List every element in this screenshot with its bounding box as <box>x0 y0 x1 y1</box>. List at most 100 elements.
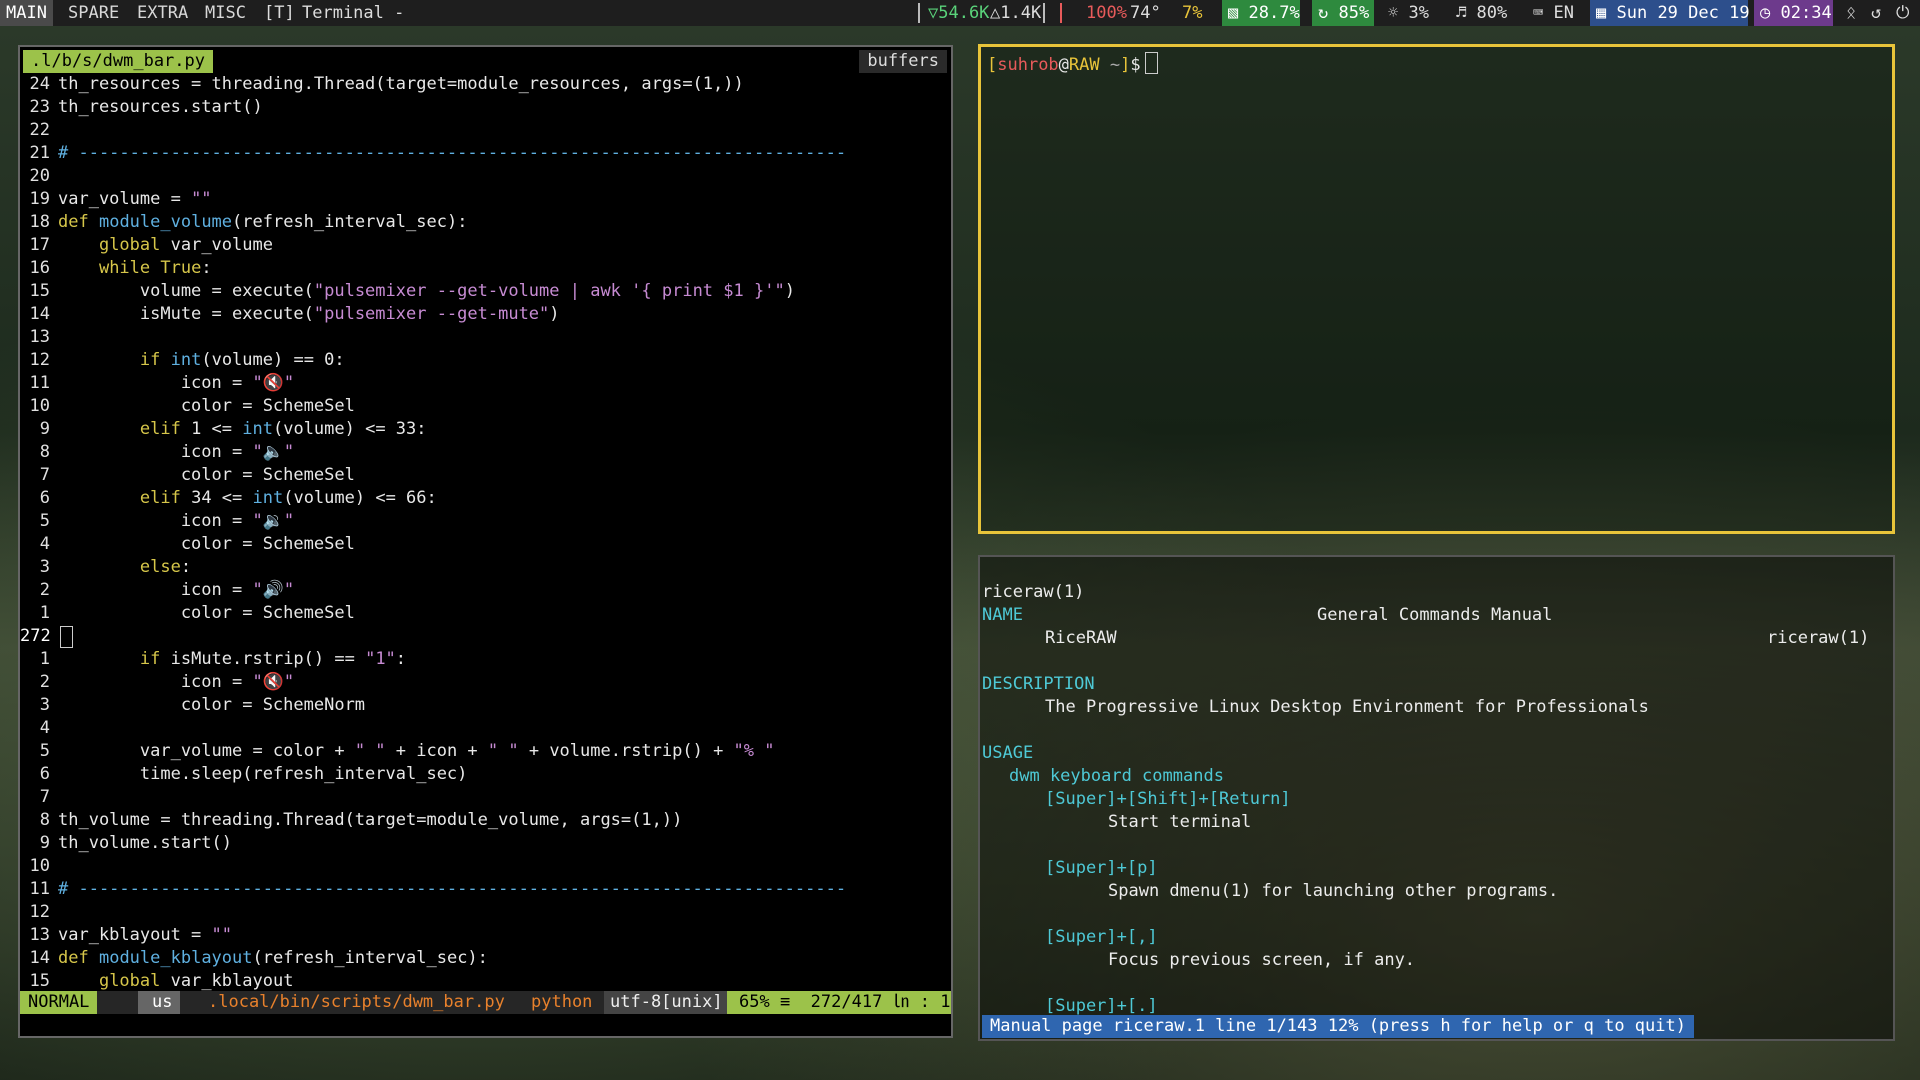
code-line[interactable]: 3 else: <box>20 556 951 579</box>
line-number: 10 <box>29 856 50 876</box>
code-text: icon = "🔉" <box>58 511 295 531</box>
code-text: th_resources.start() <box>58 97 263 117</box>
code-line[interactable]: 2 icon = "🔊" <box>20 579 951 602</box>
code-line[interactable]: 17 global var_volume <box>20 234 951 257</box>
vim-percent: 65% ≡ <box>739 992 791 1012</box>
line-number: 1 <box>39 649 50 669</box>
volume-segment[interactable]: ♬ 80% <box>1450 0 1513 26</box>
code-text: color = SchemeSel <box>58 534 355 554</box>
vim-editor[interactable]: 24 th_resources = threading.Thread(target… <box>20 73 951 1038</box>
tag-main[interactable]: MAIN <box>0 0 53 26</box>
code-line[interactable]: 7 color = SchemeSel <box>20 464 951 487</box>
code-text: else: <box>139 557 192 577</box>
code-line[interactable]: 5 icon = "🔉" <box>20 510 951 533</box>
cpu-graph-icon <box>1060 3 1062 23</box>
code-line[interactable]: 8 icon = "🔈" <box>20 441 951 464</box>
terminal-window[interactable]: [suhrob@RAW ~]$ <box>978 44 1895 534</box>
vim-buffers-label[interactable]: buffers <box>859 50 947 73</box>
line-number: 1 <box>39 603 50 623</box>
line-number: 6 <box>39 488 50 508</box>
code-line[interactable]: 4 <box>20 717 951 740</box>
code-line[interactable]: 18 def module_volume(refresh_interval_sec… <box>20 211 951 234</box>
code-line[interactable]: 14 def module_kblayout(refresh_interval_s… <box>20 947 951 970</box>
man-section-usage: USAGE <box>982 743 1034 763</box>
line-number: 18 <box>29 212 50 232</box>
code-line[interactable]: 16 while True: <box>20 257 951 280</box>
date-segment: ▦ Sun 29 Dec 19 <box>1590 0 1750 26</box>
code-line[interactable]: 13 <box>20 326 951 349</box>
vim-window[interactable]: .l/b/s/dwm_bar.py buffers 24 th_resources… <box>18 45 953 1038</box>
code-line[interactable]: 7 <box>20 786 951 809</box>
code-line[interactable]: 9 th_volume.start() <box>20 832 951 855</box>
code-line[interactable]: 13 var_kblayout = "" <box>20 924 951 947</box>
code-line[interactable]: 21 # ------------------------------------… <box>20 142 951 165</box>
code-line[interactable]: 15 global var_kblayout <box>20 970 951 993</box>
keyboard-segment[interactable]: ⌨ EN <box>1527 0 1580 26</box>
code-line[interactable]: 11 # ------------------------------------… <box>20 878 951 901</box>
code-line[interactable]: 20 <box>20 165 951 188</box>
line-number: 3 <box>39 695 50 715</box>
code-line[interactable]: 1 if isMute.rstrip() == "1": <box>20 648 951 671</box>
code-text: color = SchemeSel <box>58 465 355 485</box>
code-line[interactable]: 12 <box>20 901 951 924</box>
code-line[interactable]: 23 th_resources.start() <box>20 96 951 119</box>
prompt-bracket: [ <box>987 55 998 75</box>
code-text: th_volume.start() <box>58 833 232 853</box>
line-number: 22 <box>29 120 50 140</box>
prompt-at: @ <box>1058 55 1069 75</box>
bluetooth-icon[interactable]: ᛟ <box>1840 0 1862 26</box>
code-line[interactable]: 272 <box>20 625 951 648</box>
code-line[interactable]: 19 var_volume = "" <box>20 188 951 211</box>
code-text: icon = "🔈" <box>58 442 295 462</box>
line-number: 9 <box>39 419 50 439</box>
man-page-window[interactable]: riceraw(1) General Commands Manual ricer… <box>978 555 1895 1041</box>
code-line[interactable]: 5 var_volume = color + " " + icon + " " … <box>20 740 951 763</box>
tag-extra[interactable]: EXTRA <box>131 0 194 26</box>
code-line[interactable]: 22 <box>20 119 951 142</box>
clock-icon: ◷ <box>1760 3 1771 23</box>
prompt-dir: ~ <box>1109 55 1121 75</box>
code-line[interactable]: 14 isMute = execute("pulsemixer --get-mu… <box>20 303 951 326</box>
disk-segment: ▧ 28.7% <box>1222 0 1300 26</box>
layout-indicator[interactable]: [T] <box>264 0 295 26</box>
code-line[interactable]: 12 if int(volume) == 0: <box>20 349 951 372</box>
code-line[interactable]: 9 elif 1 <= int(volume) <= 33: <box>20 418 951 441</box>
separator <box>918 3 920 23</box>
update-icon[interactable]: ↺ <box>1865 0 1887 26</box>
man-usage-subheading: dwm keyboard commands <box>1009 766 1224 786</box>
tag-spare[interactable]: SPARE <box>62 0 125 26</box>
code-text: def module_kblayout(refresh_interval_sec… <box>58 948 488 968</box>
man-header: riceraw(1) General Commands Manual ricer… <box>982 558 1895 648</box>
terminal-cursor <box>1144 52 1158 74</box>
code-line[interactable]: 8 th_volume = threading.Thread(target=mod… <box>20 809 951 832</box>
code-line[interactable]: 2 icon = "🔇" <box>20 671 951 694</box>
power-icon[interactable]: ⏻ <box>1890 0 1915 26</box>
code-line[interactable]: 10 <box>20 855 951 878</box>
code-text: if int(volume) == 0: <box>139 350 345 370</box>
memory-segment: ↻ 85% <box>1312 0 1374 26</box>
code-line[interactable]: 24 th_resources = threading.Thread(target… <box>20 73 951 96</box>
code-line[interactable]: 6 time.sleep(refresh_interval_sec) <box>20 763 951 786</box>
man-command-keys: [Super]+[Shift]+[Return] <box>1045 789 1291 809</box>
code-line[interactable]: 1 color = SchemeSel <box>20 602 951 625</box>
shell-prompt[interactable]: [suhrob@RAW ~]$ <box>987 52 1158 77</box>
tag-misc[interactable]: MISC <box>199 0 252 26</box>
code-text: th_volume = threading.Thread(target=modu… <box>58 810 683 830</box>
line-number: 23 <box>29 97 50 117</box>
code-text: while True: <box>98 258 212 278</box>
code-text: global var_volume <box>98 235 273 255</box>
vim-tab[interactable]: .l/b/s/dwm_bar.py <box>23 50 213 73</box>
code-line[interactable]: 15 volume = execute("pulsemixer --get-vo… <box>20 280 951 303</box>
code-text: icon = "🔊" <box>58 580 295 600</box>
code-line[interactable]: 4 color = SchemeSel <box>20 533 951 556</box>
line-number: 13 <box>29 925 50 945</box>
code-line[interactable]: 6 elif 34 <= int(volume) <= 66: <box>20 487 951 510</box>
code-text: if isMute.rstrip() == "1": <box>139 649 407 669</box>
code-line[interactable]: 10 color = SchemeSel <box>20 395 951 418</box>
code-line[interactable]: 3 color = SchemeNorm <box>20 694 951 717</box>
line-number: 15 <box>29 281 50 301</box>
code-text: # --------------------------------------… <box>58 143 847 163</box>
code-text: time.sleep(refresh_interval_sec) <box>58 764 468 784</box>
code-line[interactable]: 11 icon = "🔇" <box>20 372 951 395</box>
line-number: 6 <box>39 764 50 784</box>
